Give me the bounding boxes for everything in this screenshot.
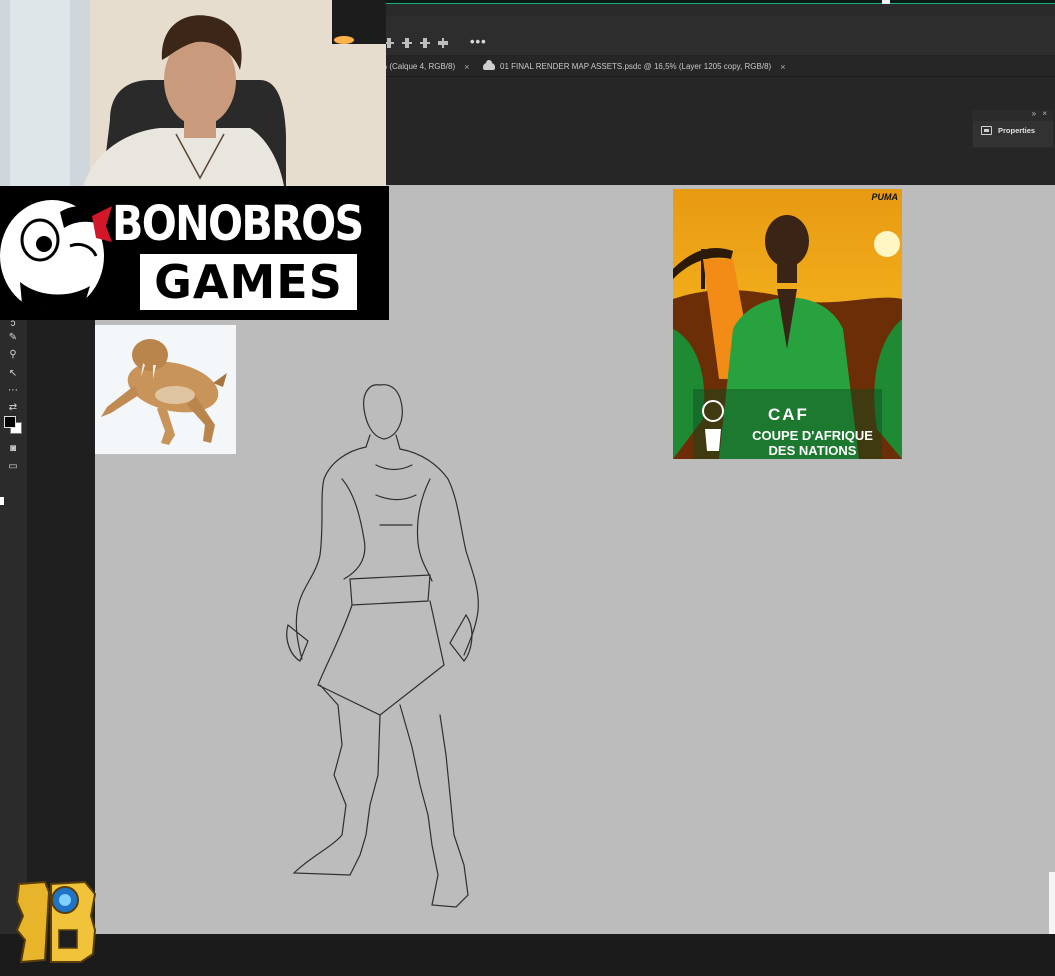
poster-title-line2: DES NATIONS [768, 443, 857, 458]
tab-final-render[interactable]: 01 FINAL RENDER MAP ASSETS.psdc @ 16,5% … [483, 56, 785, 77]
monkey-mascot-logo [0, 186, 112, 320]
properties-icon [981, 126, 992, 135]
properties-panel[interactable]: » × Properties [972, 109, 1054, 148]
direct-select-icon[interactable]: ↖ [6, 368, 20, 380]
tab-label: % (Calque 4, RGB/8) [380, 62, 456, 71]
poster-caf-logo: CAF [768, 405, 809, 424]
more-options-icon[interactable]: ••• [470, 34, 487, 49]
cloud-document-icon [483, 60, 495, 70]
screen-mode-icon[interactable]: ▭ [6, 461, 20, 473]
align-middle-icon[interactable] [402, 38, 412, 48]
properties-label: Properties [998, 126, 1036, 135]
panel-edge-handle[interactable] [0, 497, 4, 505]
brand-title-line2: GAMES [154, 255, 343, 309]
close-icon[interactable]: × [464, 62, 469, 72]
sabertooth-reference-image[interactable] [95, 325, 236, 454]
photoshop-stream-screen: ••• % (Calque 4, RGB/8) × 01 FINAL RENDE… [0, 0, 1055, 976]
healing-brush-icon[interactable]: ✎ [6, 332, 20, 344]
webcam-feed [0, 0, 386, 202]
tab-calque-4[interactable]: % (Calque 4, RGB/8) × [380, 56, 469, 77]
panel-header: » × [973, 109, 1053, 121]
panel-collapse-icon[interactable]: » × [1032, 109, 1049, 118]
zoom-icon[interactable]: ⚲ [6, 349, 20, 361]
sabertooth-illustration [101, 339, 227, 445]
hearthstone-style-logo [15, 880, 97, 964]
foreground-color-swatch[interactable] [4, 416, 16, 428]
more-tools-icon[interactable]: ⋯ [6, 385, 20, 397]
properties-tab[interactable]: Properties [973, 121, 1053, 135]
scrollbar-handle[interactable] [1049, 872, 1055, 934]
color-swatches[interactable] [4, 416, 24, 436]
align-bottom-icon[interactable] [420, 38, 430, 48]
bonobros-games-banner: BONOBROS GAMES [0, 186, 389, 320]
align-controls [384, 38, 448, 48]
afcon-poster-reference[interactable]: PUMA CAF COUPE D'AFRIQUE DES NATIONS [673, 189, 902, 459]
character-pencil-sketch [286, 384, 479, 908]
brand-title-line1: BONOBROS [112, 196, 364, 252]
webcam-overlay [0, 0, 386, 202]
poster-title-line1: COUPE D'AFRIQUE [752, 428, 873, 443]
align-left-icon[interactable] [438, 38, 448, 48]
status-bar [0, 934, 1055, 976]
close-icon[interactable]: × [780, 62, 785, 72]
swap-colors-icon[interactable]: ⇄ [6, 402, 20, 414]
poster-brand-logo: PUMA [871, 192, 899, 202]
brand-title-box: GAMES [140, 254, 357, 310]
quick-mask-icon[interactable]: ◙ [6, 443, 20, 455]
tab-label: 01 FINAL RENDER MAP ASSETS.psdc @ 16,5% … [500, 62, 772, 71]
